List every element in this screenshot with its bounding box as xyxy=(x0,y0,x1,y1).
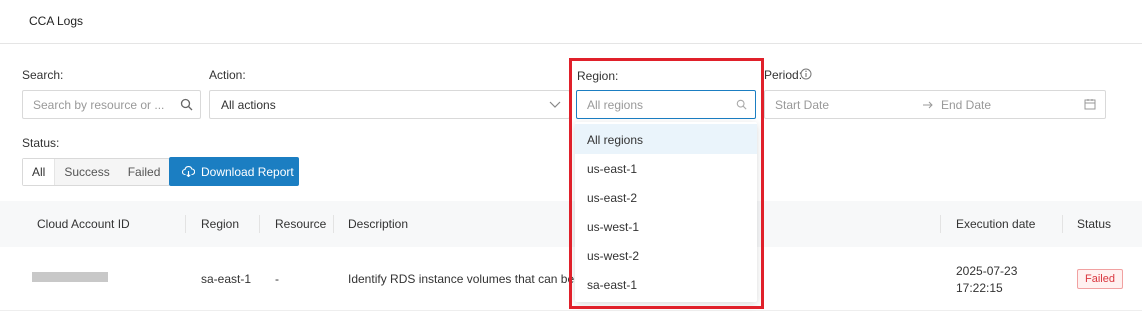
search-button[interactable] xyxy=(172,90,201,119)
end-date-input[interactable]: End Date xyxy=(941,98,991,112)
column-divider xyxy=(1062,215,1063,233)
chevron-down-icon xyxy=(549,100,561,110)
status-option-all[interactable]: All xyxy=(23,159,56,185)
start-date-input[interactable]: Start Date xyxy=(775,98,829,112)
column-divider xyxy=(940,215,941,233)
column-header-status[interactable]: Status xyxy=(1077,217,1111,231)
action-select[interactable]: All actions xyxy=(209,90,570,119)
column-header-execution-date[interactable]: Execution date xyxy=(956,217,1035,231)
column-divider xyxy=(185,215,186,233)
column-header-cloud-account-id[interactable]: Cloud Account ID xyxy=(37,217,130,231)
period-label: Period: xyxy=(764,68,803,82)
column-header-resource[interactable]: Resource xyxy=(275,217,326,231)
status-option-failed[interactable]: Failed xyxy=(119,159,170,185)
arrow-right-icon xyxy=(922,100,934,110)
page-title: CCA Logs xyxy=(29,14,84,28)
calendar-icon xyxy=(1084,98,1096,110)
search-label: Search: xyxy=(22,68,64,82)
status-label: Status: xyxy=(22,136,60,150)
cell-region: sa-east-1 xyxy=(201,272,252,286)
period-range-picker[interactable]: Start Date End Date xyxy=(764,90,1106,119)
search-input[interactable]: Search by resource or ... xyxy=(22,90,173,119)
redacted-account-id xyxy=(32,272,108,282)
column-header-description[interactable]: Description xyxy=(348,217,408,231)
download-report-button[interactable]: Download Report xyxy=(169,157,299,186)
search-placeholder: Search by resource or ... xyxy=(33,98,165,112)
action-value: All actions xyxy=(221,98,276,112)
download-report-label: Download Report xyxy=(201,165,294,179)
status-option-success[interactable]: Success xyxy=(55,159,118,185)
cell-resource: - xyxy=(275,272,279,286)
cloud-download-icon xyxy=(182,166,195,177)
column-divider xyxy=(259,215,260,233)
cell-execution-date: 2025-07-23 xyxy=(956,264,1018,278)
top-bar: CCA Logs xyxy=(0,0,1142,44)
search-icon xyxy=(180,98,193,111)
status-segmented-control: All Success Failed xyxy=(22,158,171,186)
column-header-region[interactable]: Region xyxy=(201,217,239,231)
column-divider xyxy=(333,215,334,233)
action-label: Action: xyxy=(209,68,246,82)
status-badge: Failed xyxy=(1077,269,1123,289)
cell-execution-time: 17:22:15 xyxy=(956,281,1003,295)
highlight-box xyxy=(569,58,764,309)
info-icon[interactable] xyxy=(800,68,812,80)
